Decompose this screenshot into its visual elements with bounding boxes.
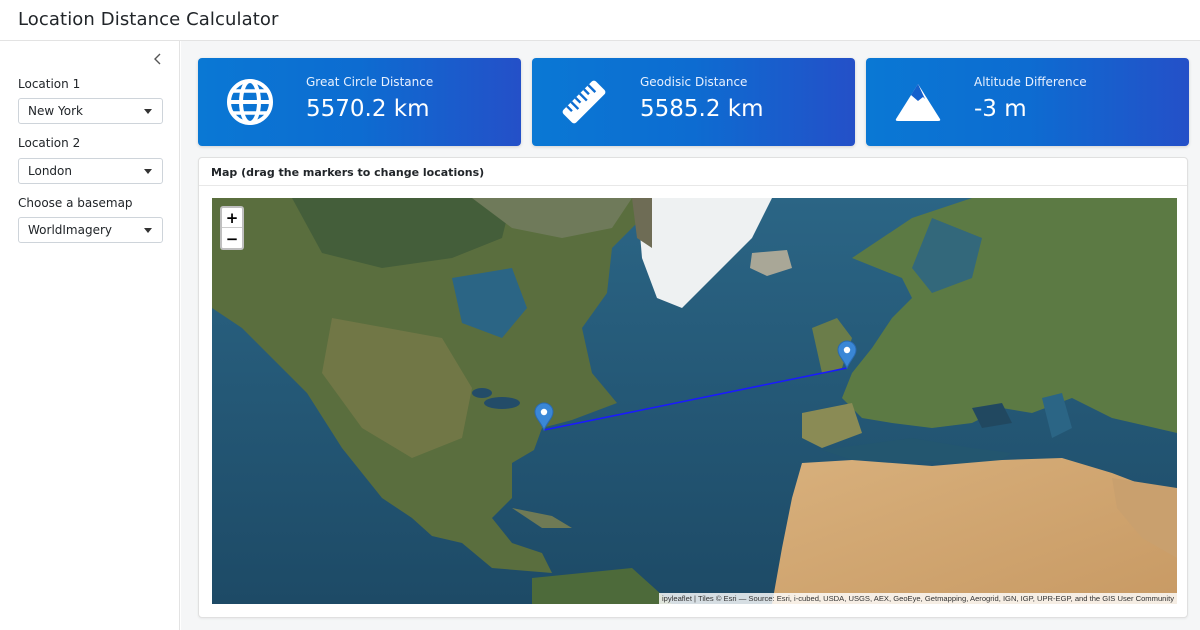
map-view[interactable]: + − ipyleaflet | Tiles © Esri — Source: …: [212, 198, 1177, 604]
location2-label: Location 2: [18, 136, 81, 150]
zoom-in-button[interactable]: +: [222, 208, 242, 228]
zoom-control: + −: [220, 206, 244, 250]
geodesic-label: Geodisic Distance: [640, 75, 748, 89]
altitude-value: -3 m: [974, 96, 1027, 122]
basemap-label: Choose a basemap: [18, 196, 133, 210]
great-circle-card: Great Circle Distance 5570.2 km: [198, 58, 521, 146]
location1-label: Location 1: [18, 77, 81, 91]
collapse-sidebar-button[interactable]: [150, 51, 166, 67]
zoom-out-button[interactable]: −: [222, 229, 242, 249]
map-tiles: [212, 198, 1177, 604]
caret-down-icon: [144, 228, 152, 233]
sidebar: Location 1 New York Location 2 London Ch…: [0, 41, 180, 630]
map-attribution: ipyleaflet | Tiles © Esri — Source: Esri…: [658, 593, 1177, 604]
altitude-label: Altitude Difference: [974, 75, 1087, 89]
geodesic-card: Geodisic Distance 5585.2 km: [532, 58, 855, 146]
app-title: Location Distance Calculator: [18, 9, 279, 30]
mountain-icon: [895, 84, 941, 121]
map-card: Map (drag the markers to change location…: [198, 157, 1188, 618]
location2-select[interactable]: London: [18, 158, 163, 184]
caret-down-icon: [144, 109, 152, 114]
geodesic-value: 5585.2 km: [640, 96, 764, 122]
map-title: Map (drag the markers to change location…: [211, 166, 485, 179]
chevron-left-icon: [154, 53, 161, 65]
basemap-select[interactable]: WorldImagery: [18, 217, 163, 243]
location1-select[interactable]: New York: [18, 98, 163, 124]
map-card-header: Map (drag the markers to change location…: [199, 158, 1187, 186]
caret-down-icon: [144, 169, 152, 174]
basemap-value: WorldImagery: [28, 223, 113, 237]
altitude-card: Altitude Difference -3 m: [866, 58, 1189, 146]
main-content: Great Circle Distance 5570.2 km Geodisic…: [181, 41, 1200, 630]
ruler-icon: [562, 80, 606, 124]
great-circle-value: 5570.2 km: [306, 96, 430, 122]
location1-value: New York: [28, 104, 83, 118]
great-circle-label: Great Circle Distance: [306, 75, 434, 89]
app-header: Location Distance Calculator: [0, 0, 1200, 41]
location2-value: London: [28, 164, 72, 178]
globe-icon: [227, 79, 273, 125]
